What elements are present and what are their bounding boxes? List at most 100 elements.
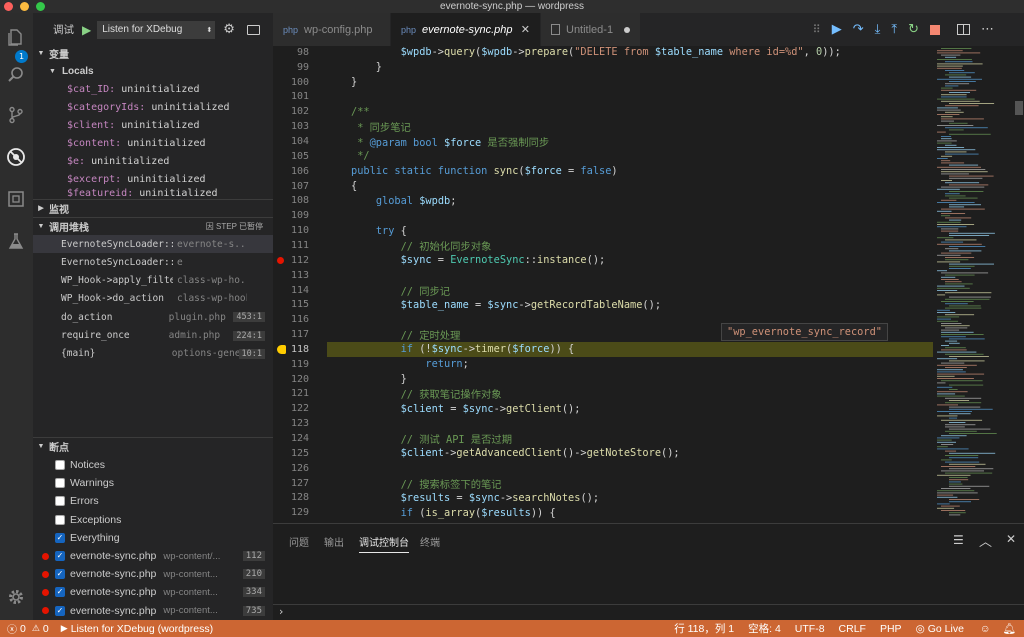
exception-breakpoint[interactable]: Warnings (33, 474, 273, 492)
checkbox[interactable]: ✓ (55, 551, 65, 561)
code-line[interactable]: 110 try { (273, 223, 933, 238)
code-line[interactable]: 106 public static function sync($force = … (273, 164, 933, 179)
search-icon[interactable] (6, 65, 26, 85)
code-line[interactable]: 108 global $wpdb; (273, 194, 933, 209)
extensions-icon[interactable] (6, 189, 26, 209)
callstack-frame[interactable]: WP_Hook->do_action class-wp-hook.p... (33, 290, 273, 308)
source-breakpoint[interactable]: ✓ evernote-sync.php wp-content... 210 (33, 565, 273, 583)
local-variable[interactable]: $cat_ID: uninitialized (67, 80, 267, 98)
line-ending[interactable]: CRLF (839, 623, 866, 635)
step-over-icon[interactable]: ↷ (853, 22, 864, 37)
open-console-icon[interactable] (246, 24, 260, 35)
code-line[interactable]: 121 // 获取笔记操作对象 (273, 387, 933, 401)
split-editor-icon[interactable] (957, 24, 970, 35)
code-line[interactable]: 125 $client->getAdvancedClient()->getNot… (273, 446, 933, 461)
exception-breakpoint[interactable]: Notices (33, 456, 273, 474)
code-line[interactable]: 107 { (273, 179, 933, 194)
local-variable[interactable]: $e: uninitialized (67, 152, 267, 170)
exception-breakpoint[interactable]: ✓ Everything (33, 529, 273, 547)
code-line[interactable]: 122 $client = $sync->getClient(); (273, 401, 933, 416)
code-line[interactable]: 115 $table_name = $sync->getRecordTableN… (273, 297, 933, 312)
code-line[interactable]: 118 if (!$sync->timer($force)) { (277, 342, 933, 357)
callstack-frame[interactable]: do_action plugin.php 453:1 (33, 308, 273, 326)
checkbox[interactable] (55, 514, 65, 525)
checkbox[interactable]: ✓ (55, 532, 65, 543)
code-line[interactable]: 99 } (273, 60, 933, 75)
code-line[interactable]: 101 (273, 90, 933, 105)
local-variable[interactable]: $excerpt: uninitialized (67, 170, 267, 188)
launch-config-select[interactable]: Listen for XDebug ⬍ (97, 20, 216, 39)
explorer-icon[interactable] (6, 27, 26, 47)
source-breakpoint[interactable]: ✓ evernote-sync.php wp-content... 334 (33, 583, 273, 601)
watch-header[interactable]: ▶ 监视 (33, 199, 273, 216)
debug-icon[interactable] (6, 147, 26, 167)
code-line[interactable]: 128 $results = $sync->searchNotes(); (273, 491, 933, 506)
code-line[interactable]: 127 // 搜索标签下的笔记 (273, 476, 933, 491)
code-line[interactable]: 100} (273, 75, 933, 90)
error-icon[interactable]: ⓧ (7, 621, 17, 636)
error-count[interactable]: 0 (20, 623, 26, 635)
source-breakpoint[interactable]: ✓ evernote-sync.php wp-content/... 112 (33, 547, 273, 565)
settings-gear-icon[interactable] (6, 587, 26, 607)
local-variable[interactable]: $content: uninitialized (67, 134, 267, 152)
test-flask-icon[interactable] (6, 231, 26, 251)
code-line[interactable]: 119 return; (273, 357, 933, 372)
code-line[interactable]: 114 // 同步记 (273, 283, 933, 298)
breakpoints-header[interactable]: ▼ 断点 (33, 437, 273, 454)
source-breakpoint[interactable]: ✓ evernote-sync.php wp-content... 735 (33, 602, 273, 620)
step-into-icon[interactable]: ⤓ (875, 22, 881, 37)
code-line[interactable]: 124 // 测试 API 是否过期 (273, 431, 933, 446)
locals-scope[interactable]: ▼ Locals (49, 62, 94, 80)
tab-terminal[interactable]: 终端 (420, 534, 440, 549)
stop-icon[interactable] (930, 24, 940, 35)
warning-count[interactable]: 0 (43, 623, 49, 635)
debug-config-status[interactable]: Listen for XDebug (wordpress) (71, 623, 213, 635)
local-variable[interactable]: $categoryIds: uninitialized (67, 98, 267, 116)
tab-problems[interactable]: 问题 (289, 534, 309, 549)
code-line[interactable]: 111 // 初始化同步对象 (273, 238, 933, 253)
code-line[interactable]: 105 */ (273, 149, 933, 164)
gear-icon[interactable]: ⚙ (223, 22, 235, 37)
console-input[interactable]: › (273, 604, 1024, 621)
close-window-button[interactable] (4, 2, 13, 11)
checkbox[interactable]: ✓ (55, 605, 65, 616)
code-line[interactable]: 129 if (is_array($results)) { (273, 505, 933, 520)
checkbox[interactable] (55, 496, 65, 507)
code-line[interactable]: 113 (273, 268, 933, 283)
tab-wp-config[interactable]: php wp-config.php (273, 13, 391, 46)
clear-console-icon[interactable]: ☰ (953, 533, 964, 547)
cursor-position[interactable]: 行 118，列 1 (674, 621, 734, 636)
more-actions-icon[interactable]: ⋯ (981, 22, 994, 37)
feedback-smiley-icon[interactable]: ☺ (980, 623, 991, 635)
exception-breakpoint[interactable]: Errors (33, 492, 273, 510)
debug-play-icon[interactable]: ▶ (61, 623, 68, 634)
source-control-icon[interactable] (6, 105, 26, 125)
checkbox[interactable] (55, 478, 65, 489)
callstack-header[interactable]: ▼ 调用堆栈 因 STEP 已暂停 (33, 217, 273, 234)
tab-evernote-sync[interactable]: php evernote-sync.php ✕ (391, 13, 541, 46)
callstack-frame[interactable]: WP_Hook->apply_filters class-wp-ho... (33, 272, 273, 290)
tab-debug-console[interactable]: 调试控制台 (359, 534, 409, 553)
close-panel-icon[interactable]: ✕ (1006, 532, 1016, 546)
tab-output[interactable]: 输出 (324, 534, 344, 549)
callstack-frame[interactable]: {main} options-general.php10:1 (33, 345, 273, 363)
callstack-frame[interactable]: EvernoteSyncLoader::showOptionsPage e (33, 253, 273, 271)
code-line[interactable]: 103 * 同步笔记 (273, 119, 933, 134)
callstack-frame[interactable]: EvernoteSyncLoader::sync evernote-s... (33, 235, 273, 253)
code-line[interactable]: 102 /** (273, 104, 933, 119)
warning-icon[interactable]: ⚠ (32, 623, 40, 634)
code-line[interactable]: 126 (273, 461, 933, 476)
callstack-frame[interactable]: require_once admin.php 224:1 (33, 327, 273, 345)
encoding[interactable]: UTF-8 (795, 623, 825, 635)
code-line[interactable]: 112 $sync = EvernoteSync::instance(); (273, 253, 933, 268)
code-line[interactable]: 123 (273, 416, 933, 431)
maximize-panel-icon[interactable]: ︿ (979, 531, 992, 550)
step-out-icon[interactable]: ⤒ (891, 22, 897, 37)
broadcast-icon[interactable]: ◎ (916, 623, 925, 635)
breakpoint-dot-icon[interactable] (277, 256, 284, 264)
minimize-window-button[interactable] (20, 2, 29, 11)
local-variable[interactable]: $featureid: uninitialized (67, 188, 267, 197)
code-line[interactable]: 120 } (273, 372, 933, 387)
zoom-window-button[interactable] (36, 2, 45, 11)
start-debugging-icon[interactable]: ▶ (82, 23, 91, 37)
